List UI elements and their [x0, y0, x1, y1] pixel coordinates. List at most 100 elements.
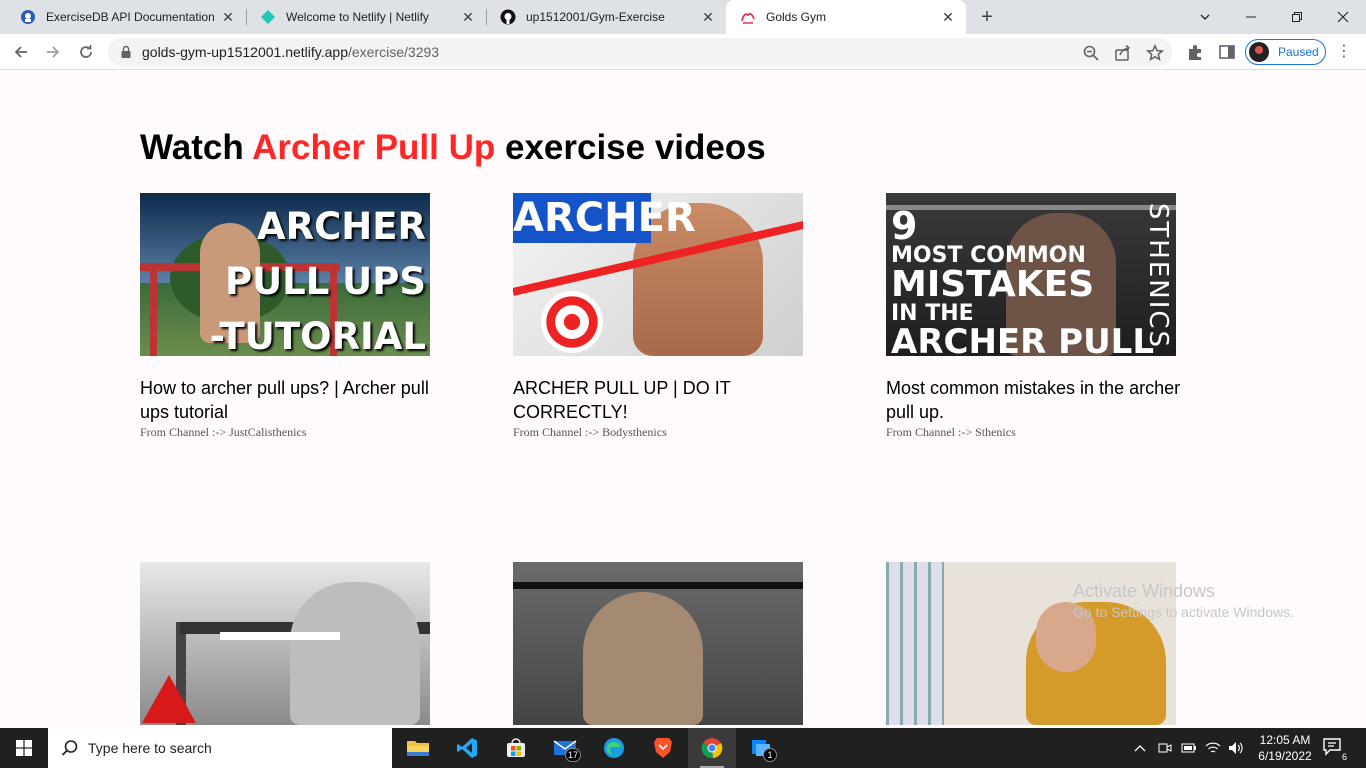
tab-title: Golds Gym — [766, 10, 827, 24]
close-icon[interactable]: ✕ — [940, 9, 956, 25]
video-thumbnail[interactable]: 9 MOST COMMON MISTAKES IN THE ARCHER PUL… — [886, 193, 1176, 356]
arrow-left-icon — [14, 46, 27, 58]
tab-title: Welcome to Netlify | Netlify — [286, 10, 429, 24]
taskbar-store[interactable] — [492, 728, 540, 768]
profile-button[interactable]: Paused — [1245, 39, 1326, 65]
taskbar-clock[interactable]: 12:05 AM 6/19/2022 — [1245, 732, 1325, 764]
thumbnail-line: ARCHER — [256, 205, 426, 248]
thumbnail-line: 9 — [891, 204, 918, 248]
thumbnail-text: 9 MOST COMMON MISTAKES IN THE ARCHER PUL… — [891, 207, 1176, 356]
store-icon — [507, 738, 525, 757]
new-tab-button[interactable]: + — [977, 7, 997, 27]
close-icon — [1337, 11, 1349, 23]
show-hidden-icons-button[interactable] — [1130, 728, 1150, 768]
thumbnail-post — [150, 263, 157, 356]
reload-button[interactable] — [74, 40, 98, 64]
tab-github[interactable]: up1512001/Gym-Exercise ✕ — [486, 0, 726, 34]
thumbnail-person — [583, 592, 703, 725]
video-channel: From Channel :-> Sthenics — [886, 425, 1016, 439]
taskbar-search[interactable]: Type here to search — [48, 728, 392, 768]
notification-center-button[interactable]: 6 — [1322, 736, 1348, 762]
tray-network[interactable] — [1203, 728, 1223, 768]
tab-exercisedb[interactable]: ExerciseDB API Documentation (R ✕ — [6, 0, 246, 34]
tab-netlify[interactable]: Welcome to Netlify | Netlify ✕ — [246, 0, 486, 34]
back-button[interactable] — [9, 40, 33, 64]
menu-button[interactable]: ⋮ — [1336, 43, 1352, 61]
warning-logo-icon — [142, 675, 196, 723]
close-icon[interactable]: ✕ — [700, 9, 716, 25]
video-channel: From Channel :-> Bodysthenics — [513, 425, 667, 439]
tray-meet-now[interactable] — [1155, 728, 1175, 768]
taskbar-chrome[interactable] — [688, 728, 736, 768]
browser-toolbar: golds-gym-up1512001.netlify.app/exercise… — [0, 34, 1366, 70]
restore-button[interactable] — [1274, 0, 1320, 34]
taskbar-app[interactable]: 1 — [737, 728, 785, 768]
chevron-down-icon — [1200, 14, 1210, 20]
brave-icon — [654, 738, 672, 758]
video-thumbnail[interactable]: ARCHER — [513, 193, 803, 356]
windows-logo-icon — [16, 740, 32, 756]
thumbnail-brand: STHENICS — [1143, 202, 1173, 350]
tray-volume[interactable] — [1226, 728, 1246, 768]
video-thumbnail[interactable] — [140, 562, 430, 725]
wifi-icon — [1205, 742, 1221, 753]
url-text: golds-gym-up1512001.netlify.app/exercise… — [142, 44, 439, 60]
lock-icon — [121, 45, 131, 58]
star-icon[interactable] — [1146, 44, 1164, 62]
clock-time: 12:05 AM — [1259, 733, 1311, 747]
taskbar-mail[interactable]: 17 — [541, 728, 589, 768]
chevron-up-icon — [1134, 745, 1146, 752]
extensions-icon[interactable] — [1186, 43, 1204, 61]
heading-prefix: Watch — [140, 128, 253, 167]
gym-logo-icon — [740, 9, 756, 25]
notification-icon — [1323, 738, 1341, 756]
page-title: Watch Archer Pull Up exercise videos — [140, 128, 766, 168]
close-window-button[interactable] — [1320, 0, 1366, 34]
side-panel-icon[interactable] — [1218, 43, 1236, 61]
camera-icon — [1158, 743, 1172, 753]
video-title[interactable]: ARCHER PULL UP | DO IT CORRECTLY! — [513, 376, 808, 424]
thumbnail-line: MISTAKES — [891, 264, 1095, 305]
url-path: /exercise/3293 — [348, 44, 440, 60]
vscode-icon — [457, 738, 477, 758]
folder-icon — [407, 741, 429, 756]
exercise-name: Archer Pull Up — [252, 128, 496, 167]
thumbnail-bar — [513, 582, 803, 589]
mail-badge: 17 — [564, 748, 581, 762]
tray-battery[interactable] — [1179, 728, 1199, 768]
address-bar[interactable]: golds-gym-up1512001.netlify.app/exercise… — [108, 38, 1172, 66]
video-title[interactable]: Most common mistakes in the archer pull … — [886, 376, 1181, 424]
video-thumbnail[interactable] — [513, 562, 803, 725]
taskbar-brave[interactable] — [639, 728, 687, 768]
url-host: golds-gym-up1512001.netlify.app — [142, 44, 348, 60]
close-icon[interactable]: ✕ — [220, 9, 236, 25]
video-card[interactable] — [513, 562, 808, 728]
thumbnail-text: ARCHER PULL UPS -TUTORIAL — [210, 199, 426, 356]
thumbnail-line: ARCHER PULL UP — [891, 322, 1155, 356]
share-icon[interactable] — [1114, 44, 1132, 62]
reload-icon — [80, 45, 92, 58]
close-icon[interactable]: ✕ — [460, 9, 476, 25]
search-placeholder: Type here to search — [88, 740, 212, 756]
tab-title: ExerciseDB API Documentation (R — [46, 10, 214, 24]
arrow-right-icon — [47, 46, 60, 58]
video-title[interactable]: How to archer pull ups? | Archer pull up… — [140, 376, 435, 424]
video-card[interactable]: ARCHER PULL UPS -TUTORIAL How to archer … — [140, 193, 435, 440]
taskbar-file-explorer[interactable] — [394, 728, 442, 768]
video-card[interactable] — [140, 562, 435, 728]
tab-golds-gym[interactable]: Golds Gym ✕ — [726, 0, 966, 34]
start-button[interactable] — [0, 728, 48, 768]
avatar — [1249, 42, 1269, 62]
video-card[interactable]: ARCHER ARCHER PULL UP | DO IT CORRECTLY!… — [513, 193, 808, 440]
taskbar-vscode[interactable] — [443, 728, 491, 768]
thumbnail-text: ARCHER — [513, 193, 696, 243]
forward-button[interactable] — [41, 40, 65, 64]
minimize-button[interactable] — [1228, 0, 1274, 34]
taskbar-edge[interactable] — [590, 728, 638, 768]
browser-tab-strip: ExerciseDB API Documentation (R ✕ Welcom… — [0, 0, 1366, 34]
zoom-icon[interactable] — [1082, 44, 1100, 62]
video-thumbnail[interactable]: ARCHER PULL UPS -TUTORIAL — [140, 193, 430, 356]
tab-search-button[interactable] — [1182, 0, 1228, 34]
video-card[interactable]: 9 MOST COMMON MISTAKES IN THE ARCHER PUL… — [886, 193, 1181, 440]
rapidapi-icon — [20, 9, 36, 25]
